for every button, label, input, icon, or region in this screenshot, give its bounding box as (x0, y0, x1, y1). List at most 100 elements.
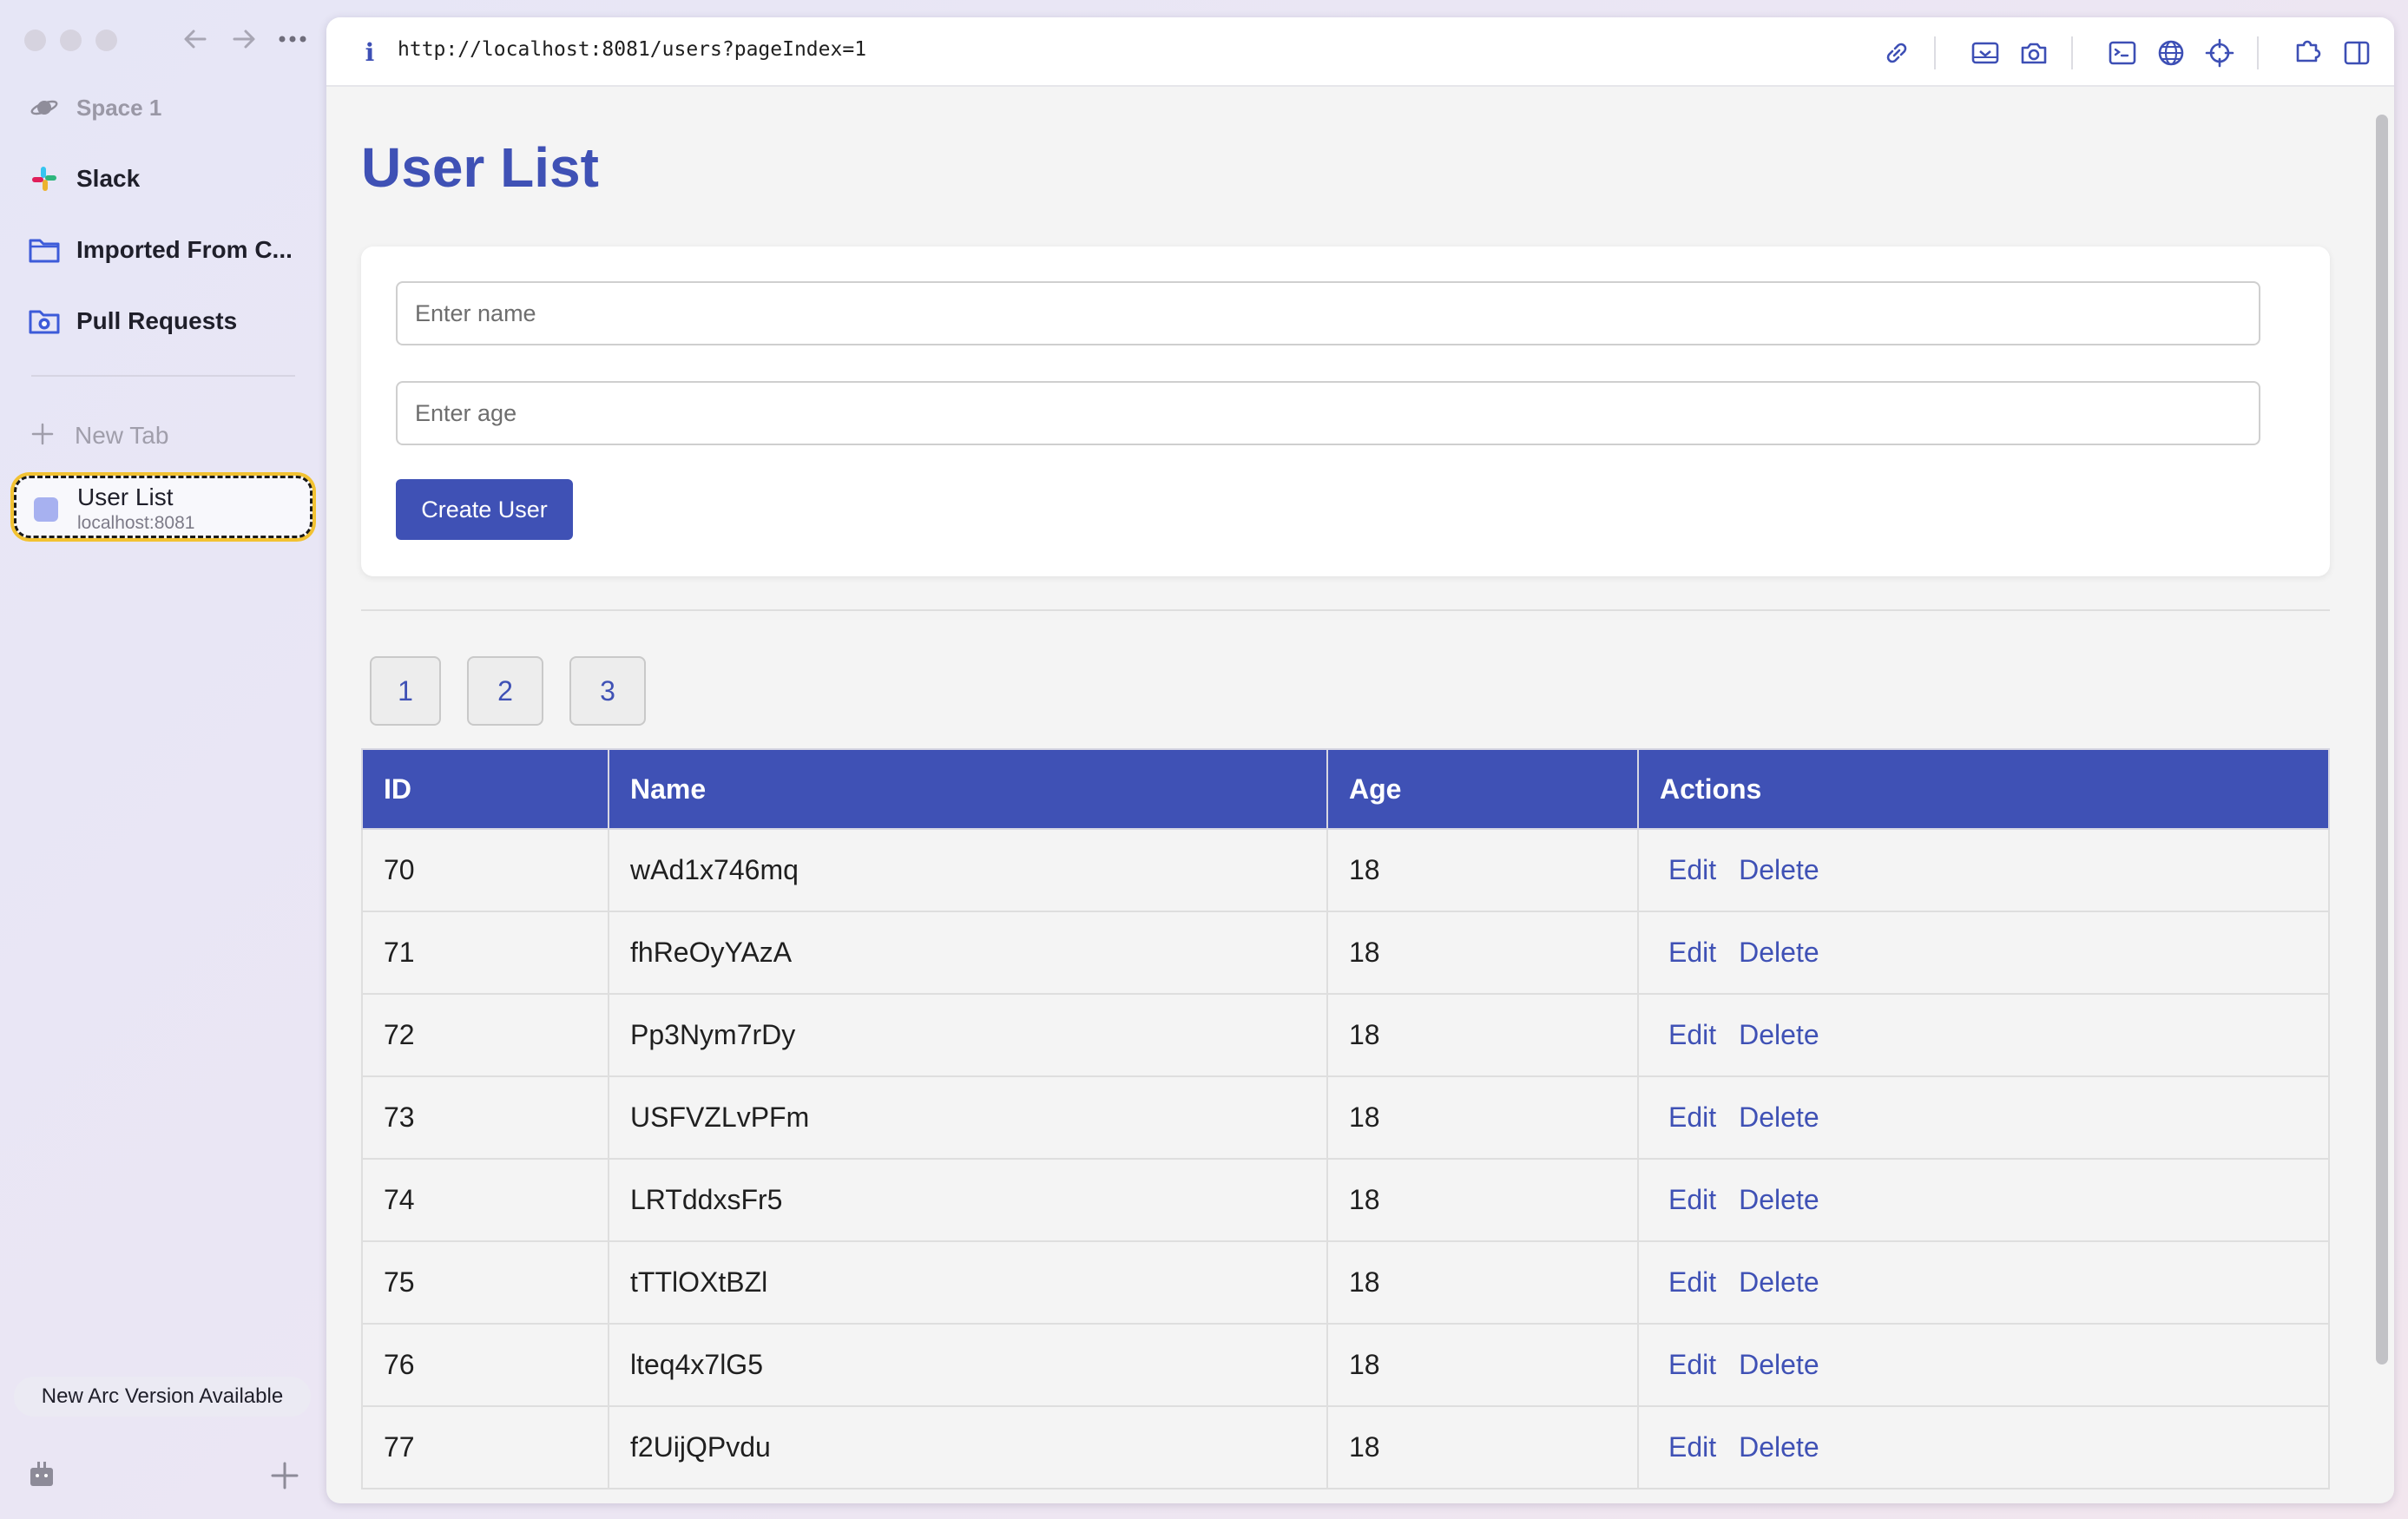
table-row: 74 LRTddxsFr5 18 Edit Delete (361, 1158, 2330, 1242)
sidebar: Space 1 Slack Imported From C... Pull Re… (0, 0, 326, 1519)
cell-id: 73 (361, 1075, 609, 1160)
tab-host: localhost:8081 (77, 513, 195, 533)
folder-icon (26, 232, 63, 268)
header-id: ID (361, 748, 609, 830)
page-button-2[interactable]: 2 (467, 656, 543, 726)
cell-age: 18 (1326, 1405, 1639, 1489)
cell-id: 74 (361, 1158, 609, 1242)
globe-icon[interactable] (2153, 35, 2189, 71)
back-arrow-icon[interactable] (177, 21, 214, 57)
cell-id: 76 (361, 1323, 609, 1407)
cell-actions: Edit Delete (1637, 993, 2330, 1077)
cell-actions: Edit Delete (1637, 828, 2330, 912)
scrollbar-thumb[interactable] (2376, 115, 2388, 1364)
sidebar-item-label: Pull Requests (76, 307, 238, 334)
page-button-1[interactable]: 1 (370, 656, 441, 726)
update-notice-button[interactable]: New Arc Version Available (14, 1377, 311, 1417)
github-folder-icon (26, 303, 63, 339)
edit-link[interactable]: Edit (1668, 1349, 1716, 1380)
sidebar-nav (177, 21, 311, 57)
slack-icon (26, 161, 63, 197)
sidebar-item-imported-folder[interactable]: Imported From C... (26, 226, 304, 274)
edit-link[interactable]: Edit (1668, 1431, 1716, 1463)
edit-link[interactable]: Edit (1668, 1266, 1716, 1298)
space-header[interactable]: Space 1 (26, 83, 304, 132)
create-user-form: Create User (361, 247, 2330, 576)
archive-icon[interactable] (26, 1458, 57, 1489)
cell-actions: Edit Delete (1637, 1240, 2330, 1325)
sidebar-item-slack[interactable]: Slack (26, 155, 304, 203)
cell-id: 71 (361, 911, 609, 995)
delete-link[interactable]: Delete (1739, 1349, 1819, 1380)
header-name: Name (608, 748, 1328, 830)
table-row: 75 tTTlOXtBZl 18 Edit Delete (361, 1240, 2330, 1325)
edit-link[interactable]: Edit (1668, 854, 1716, 885)
cell-name: tTTlOXtBZl (608, 1240, 1328, 1325)
delete-link[interactable]: Delete (1739, 1184, 1819, 1215)
cell-name: wAd1x746mq (608, 828, 1328, 912)
capture-icon[interactable] (1967, 35, 2003, 71)
delete-link[interactable]: Delete (1739, 1101, 1819, 1133)
toolbar-separator (1934, 36, 1936, 69)
copy-link-icon[interactable] (1878, 35, 1915, 71)
crosshair-icon[interactable] (2201, 35, 2238, 71)
plus-icon (31, 423, 54, 450)
delete-link[interactable]: Delete (1739, 1431, 1819, 1463)
page-title: User List (361, 136, 599, 199)
table-row: 76 lteq4x7lG5 18 Edit Delete (361, 1323, 2330, 1407)
new-tab-button[interactable]: New Tab (31, 417, 168, 455)
active-tab-user-list[interactable]: User List localhost:8081 (14, 476, 313, 538)
toolbar-separator (2257, 36, 2259, 69)
cell-name: lteq4x7lG5 (608, 1323, 1328, 1407)
toolbar-separator (2071, 36, 2073, 69)
sidebar-item-label: Slack (76, 165, 141, 192)
extensions-icon[interactable] (2290, 35, 2326, 71)
site-info-icon[interactable]: i (354, 35, 385, 69)
terminal-icon[interactable] (2104, 35, 2141, 71)
page-button-3[interactable]: 3 (569, 656, 646, 726)
url-bar: i http://localhost:8081/users?pageIndex=… (326, 17, 2394, 87)
browser-window: i http://localhost:8081/users?pageIndex=… (326, 17, 2394, 1503)
minimize-window-button[interactable] (60, 30, 82, 51)
edit-link[interactable]: Edit (1668, 1019, 1716, 1050)
cell-actions: Edit Delete (1637, 911, 2330, 995)
edit-link[interactable]: Edit (1668, 1184, 1716, 1215)
table-row: 72 Pp3Nym7rDy 18 Edit Delete (361, 993, 2330, 1077)
close-window-button[interactable] (24, 30, 46, 51)
sidebar-divider (31, 375, 295, 377)
section-divider (361, 609, 2330, 611)
add-icon[interactable] (267, 1458, 302, 1493)
forward-arrow-icon[interactable] (226, 21, 262, 57)
table-header-row: ID Name Age Actions (361, 748, 2330, 830)
tab-favicon-icon (34, 497, 58, 522)
new-tab-label: New Tab (75, 422, 169, 449)
cell-name: LRTddxsFr5 (608, 1158, 1328, 1242)
cell-age: 18 (1326, 1158, 1639, 1242)
cell-id: 70 (361, 828, 609, 912)
sidebar-item-pull-requests[interactable]: Pull Requests (26, 297, 304, 345)
delete-link[interactable]: Delete (1739, 937, 1819, 968)
table-row: 77 f2UijQPvdu 18 Edit Delete (361, 1405, 2330, 1489)
delete-link[interactable]: Delete (1739, 854, 1819, 885)
delete-link[interactable]: Delete (1739, 1019, 1819, 1050)
more-options-icon[interactable] (274, 21, 311, 57)
delete-link[interactable]: Delete (1739, 1266, 1819, 1298)
cell-actions: Edit Delete (1637, 1323, 2330, 1407)
split-view-icon[interactable] (2339, 35, 2375, 71)
url-text[interactable]: http://localhost:8081/users?pageIndex=1 (398, 38, 866, 61)
name-input[interactable] (396, 281, 2260, 345)
cell-name: USFVZLvPFm (608, 1075, 1328, 1160)
edit-link[interactable]: Edit (1668, 1101, 1716, 1133)
url-toolbar (1866, 35, 2375, 71)
table-row: 71 fhReOyYAzA 18 Edit Delete (361, 911, 2330, 995)
camera-icon[interactable] (2016, 35, 2052, 71)
window-controls (24, 30, 117, 51)
age-input[interactable] (396, 381, 2260, 445)
maximize-window-button[interactable] (95, 30, 117, 51)
planet-icon (26, 89, 63, 126)
cell-age: 18 (1326, 993, 1639, 1077)
create-user-button[interactable]: Create User (396, 479, 573, 540)
vertical-scrollbar[interactable] (2375, 95, 2389, 1497)
cell-actions: Edit Delete (1637, 1075, 2330, 1160)
edit-link[interactable]: Edit (1668, 937, 1716, 968)
